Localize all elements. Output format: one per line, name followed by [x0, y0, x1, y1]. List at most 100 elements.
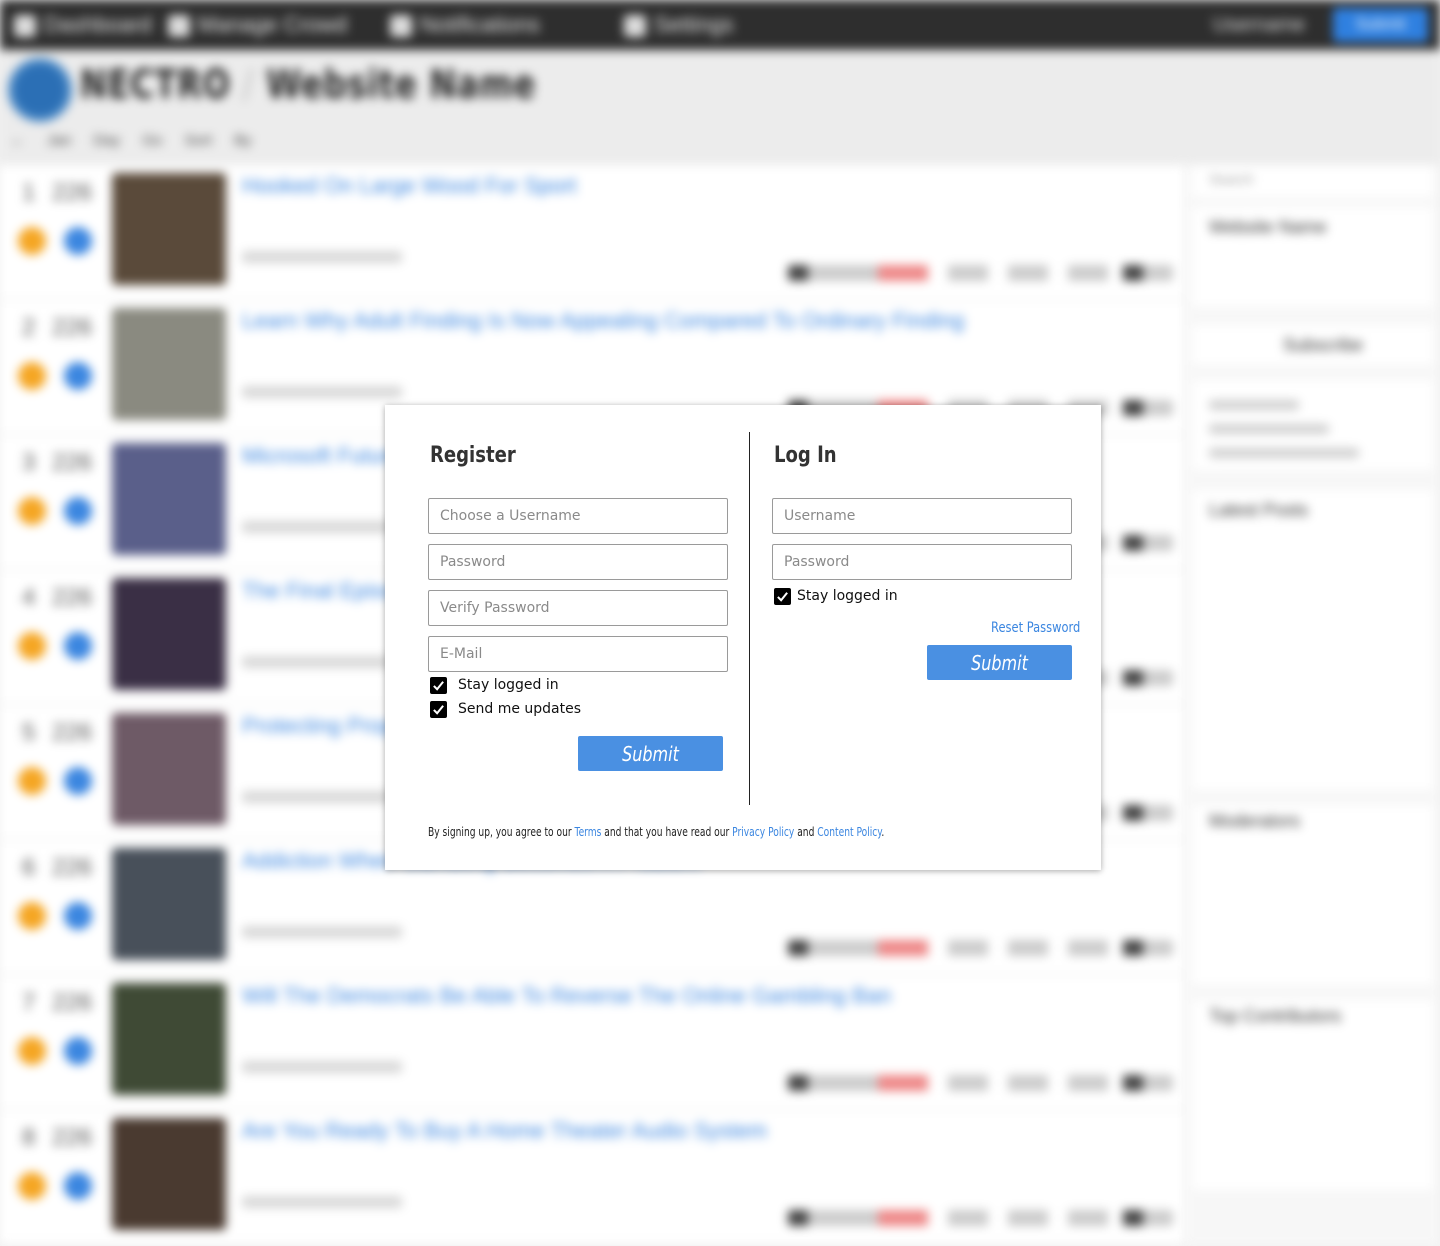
- dashboard-icon: [14, 15, 36, 38]
- downvote-icon[interactable]: [64, 227, 92, 255]
- post-score: 226: [52, 449, 93, 476]
- privacy-policy-link[interactable]: Privacy Policy: [732, 825, 794, 839]
- post-score: 226: [52, 584, 93, 611]
- upvote-icon[interactable]: [18, 1037, 46, 1065]
- post-rank: 1: [22, 179, 36, 206]
- downvote-icon[interactable]: [64, 1172, 92, 1200]
- post-item[interactable]: 7 226 Will The Democrats Be Able To Reve…: [0, 975, 1183, 1110]
- post-score: 226: [52, 1124, 93, 1151]
- post-rank: 5: [22, 719, 36, 746]
- register-email-input[interactable]: [428, 636, 728, 672]
- bell-icon: [390, 15, 412, 38]
- post-actions[interactable]: [788, 940, 1173, 956]
- post-actions[interactable]: [788, 1210, 1173, 1226]
- downvote-icon[interactable]: [64, 1037, 92, 1065]
- terms-link[interactable]: Terms: [575, 825, 602, 839]
- login-stay-logged-in-checkbox[interactable]: Stay logged in: [774, 586, 898, 606]
- crowd-icon: [168, 15, 190, 38]
- upvote-icon[interactable]: [18, 227, 46, 255]
- post-thumbnail[interactable]: [112, 578, 226, 690]
- sub-navigation[interactable]: ← Jan Day Go Sort By: [10, 132, 252, 149]
- sidebar: Search Website Name Subscribe Latest Pos…: [1185, 165, 1440, 1246]
- login-submit-label: Submit: [971, 650, 1028, 675]
- upvote-icon[interactable]: [18, 362, 46, 390]
- post-item[interactable]: 1 226 Hooked On Large Wood For Sport: [0, 165, 1183, 300]
- nav-dashboard-label: Dashboard: [44, 12, 152, 37]
- downvote-icon[interactable]: [64, 497, 92, 525]
- moderators-title: Moderators: [1209, 811, 1301, 831]
- terms-notice: By signing up, you agree to our Terms an…: [428, 825, 884, 839]
- checkbox-checked-icon[interactable]: [430, 676, 447, 694]
- post-thumbnail[interactable]: [112, 983, 226, 1095]
- post-actions[interactable]: [788, 265, 1173, 281]
- post-meta: [242, 1061, 402, 1073]
- login-submit-button[interactable]: Submit: [927, 645, 1072, 680]
- terms-prefix: By signing up, you agree to our: [428, 825, 575, 839]
- post-meta: [242, 926, 402, 938]
- post-thumbnail[interactable]: [112, 713, 226, 825]
- downvote-icon[interactable]: [64, 362, 92, 390]
- post-title[interactable]: Hooked On Large Wood For Sport: [242, 173, 577, 199]
- register-send-updates-checkbox[interactable]: Send me updates: [430, 699, 581, 719]
- auth-modal: Register Stay logged in Send me updates …: [385, 405, 1101, 870]
- nav-dashboard[interactable]: Dashboard: [14, 10, 152, 40]
- downvote-icon[interactable]: [64, 632, 92, 660]
- post-title[interactable]: Will The Democrats Be Able To Reverse Th…: [242, 983, 891, 1009]
- post-thumbnail[interactable]: [112, 443, 226, 555]
- post-score: 226: [52, 179, 93, 206]
- post-score: 226: [52, 719, 93, 746]
- register-submit-button[interactable]: Submit: [578, 736, 723, 771]
- post-score: 226: [52, 854, 93, 881]
- title-separator: /: [242, 62, 255, 108]
- register-send-updates-label: Send me updates: [458, 701, 582, 717]
- stat-line: [1209, 424, 1329, 434]
- upvote-icon[interactable]: [18, 767, 46, 795]
- post-actions[interactable]: [788, 1075, 1173, 1091]
- post-rank: 6: [22, 854, 36, 881]
- downvote-icon[interactable]: [64, 902, 92, 930]
- upvote-icon[interactable]: [18, 632, 46, 660]
- top-contributors-title: Top Contributors: [1209, 1006, 1342, 1026]
- register-verify-password-input[interactable]: [428, 590, 728, 626]
- nav-manage-crowd-label: Manage Crowd: [198, 12, 348, 37]
- post-rank: 7: [22, 989, 36, 1016]
- checkbox-checked-icon[interactable]: [430, 700, 447, 718]
- checkbox-checked-icon[interactable]: [774, 587, 791, 605]
- post-title[interactable]: Are You Ready To Buy A Home Theater Audi…: [242, 1118, 767, 1144]
- sidebar-search[interactable]: Search: [1193, 165, 1433, 197]
- sidebar-subscribe[interactable]: Subscribe: [1193, 325, 1433, 365]
- register-stay-logged-in-checkbox[interactable]: Stay logged in: [430, 675, 559, 695]
- stat-line: [1209, 448, 1359, 458]
- sidebar-stats: [1193, 380, 1433, 470]
- site-logo-icon[interactable]: [8, 58, 72, 122]
- nav-notifications-label: Notifications: [420, 12, 540, 37]
- post-title[interactable]: Learn Why Adult Finding Is Now Appealing…: [242, 308, 964, 334]
- nav-manage-crowd[interactable]: Manage Crowd: [168, 10, 347, 40]
- post-thumbnail[interactable]: [112, 308, 226, 420]
- upvote-icon[interactable]: [18, 902, 46, 930]
- login-username-input[interactable]: [772, 498, 1072, 534]
- register-stay-logged-in-label: Stay logged in: [458, 677, 559, 693]
- post-thumbnail[interactable]: [112, 1118, 226, 1230]
- post-thumbnail[interactable]: [112, 848, 226, 960]
- nav-username[interactable]: Username: [1213, 10, 1305, 40]
- post-thumbnail[interactable]: [112, 173, 226, 285]
- login-title: Log In: [774, 443, 837, 468]
- nav-submit-button[interactable]: Submit: [1333, 8, 1428, 42]
- reset-password-link[interactable]: Reset Password: [991, 620, 1080, 636]
- post-meta: [242, 251, 402, 263]
- sidebar-site-title: Website Name: [1209, 217, 1327, 237]
- sidebar-moderators: Moderators: [1193, 805, 1433, 985]
- upvote-icon[interactable]: [18, 1172, 46, 1200]
- sidebar-site-block: Website Name: [1193, 207, 1433, 307]
- register-username-input[interactable]: [428, 498, 728, 534]
- post-rank: 8: [22, 1124, 36, 1151]
- register-password-input[interactable]: [428, 544, 728, 580]
- nav-settings[interactable]: Settings: [624, 10, 734, 40]
- content-policy-link[interactable]: Content Policy: [817, 825, 881, 839]
- post-item[interactable]: 8 226 Are You Ready To Buy A Home Theate…: [0, 1110, 1183, 1245]
- downvote-icon[interactable]: [64, 767, 92, 795]
- nav-notifications[interactable]: Notifications: [390, 10, 540, 40]
- login-password-input[interactable]: [772, 544, 1072, 580]
- upvote-icon[interactable]: [18, 497, 46, 525]
